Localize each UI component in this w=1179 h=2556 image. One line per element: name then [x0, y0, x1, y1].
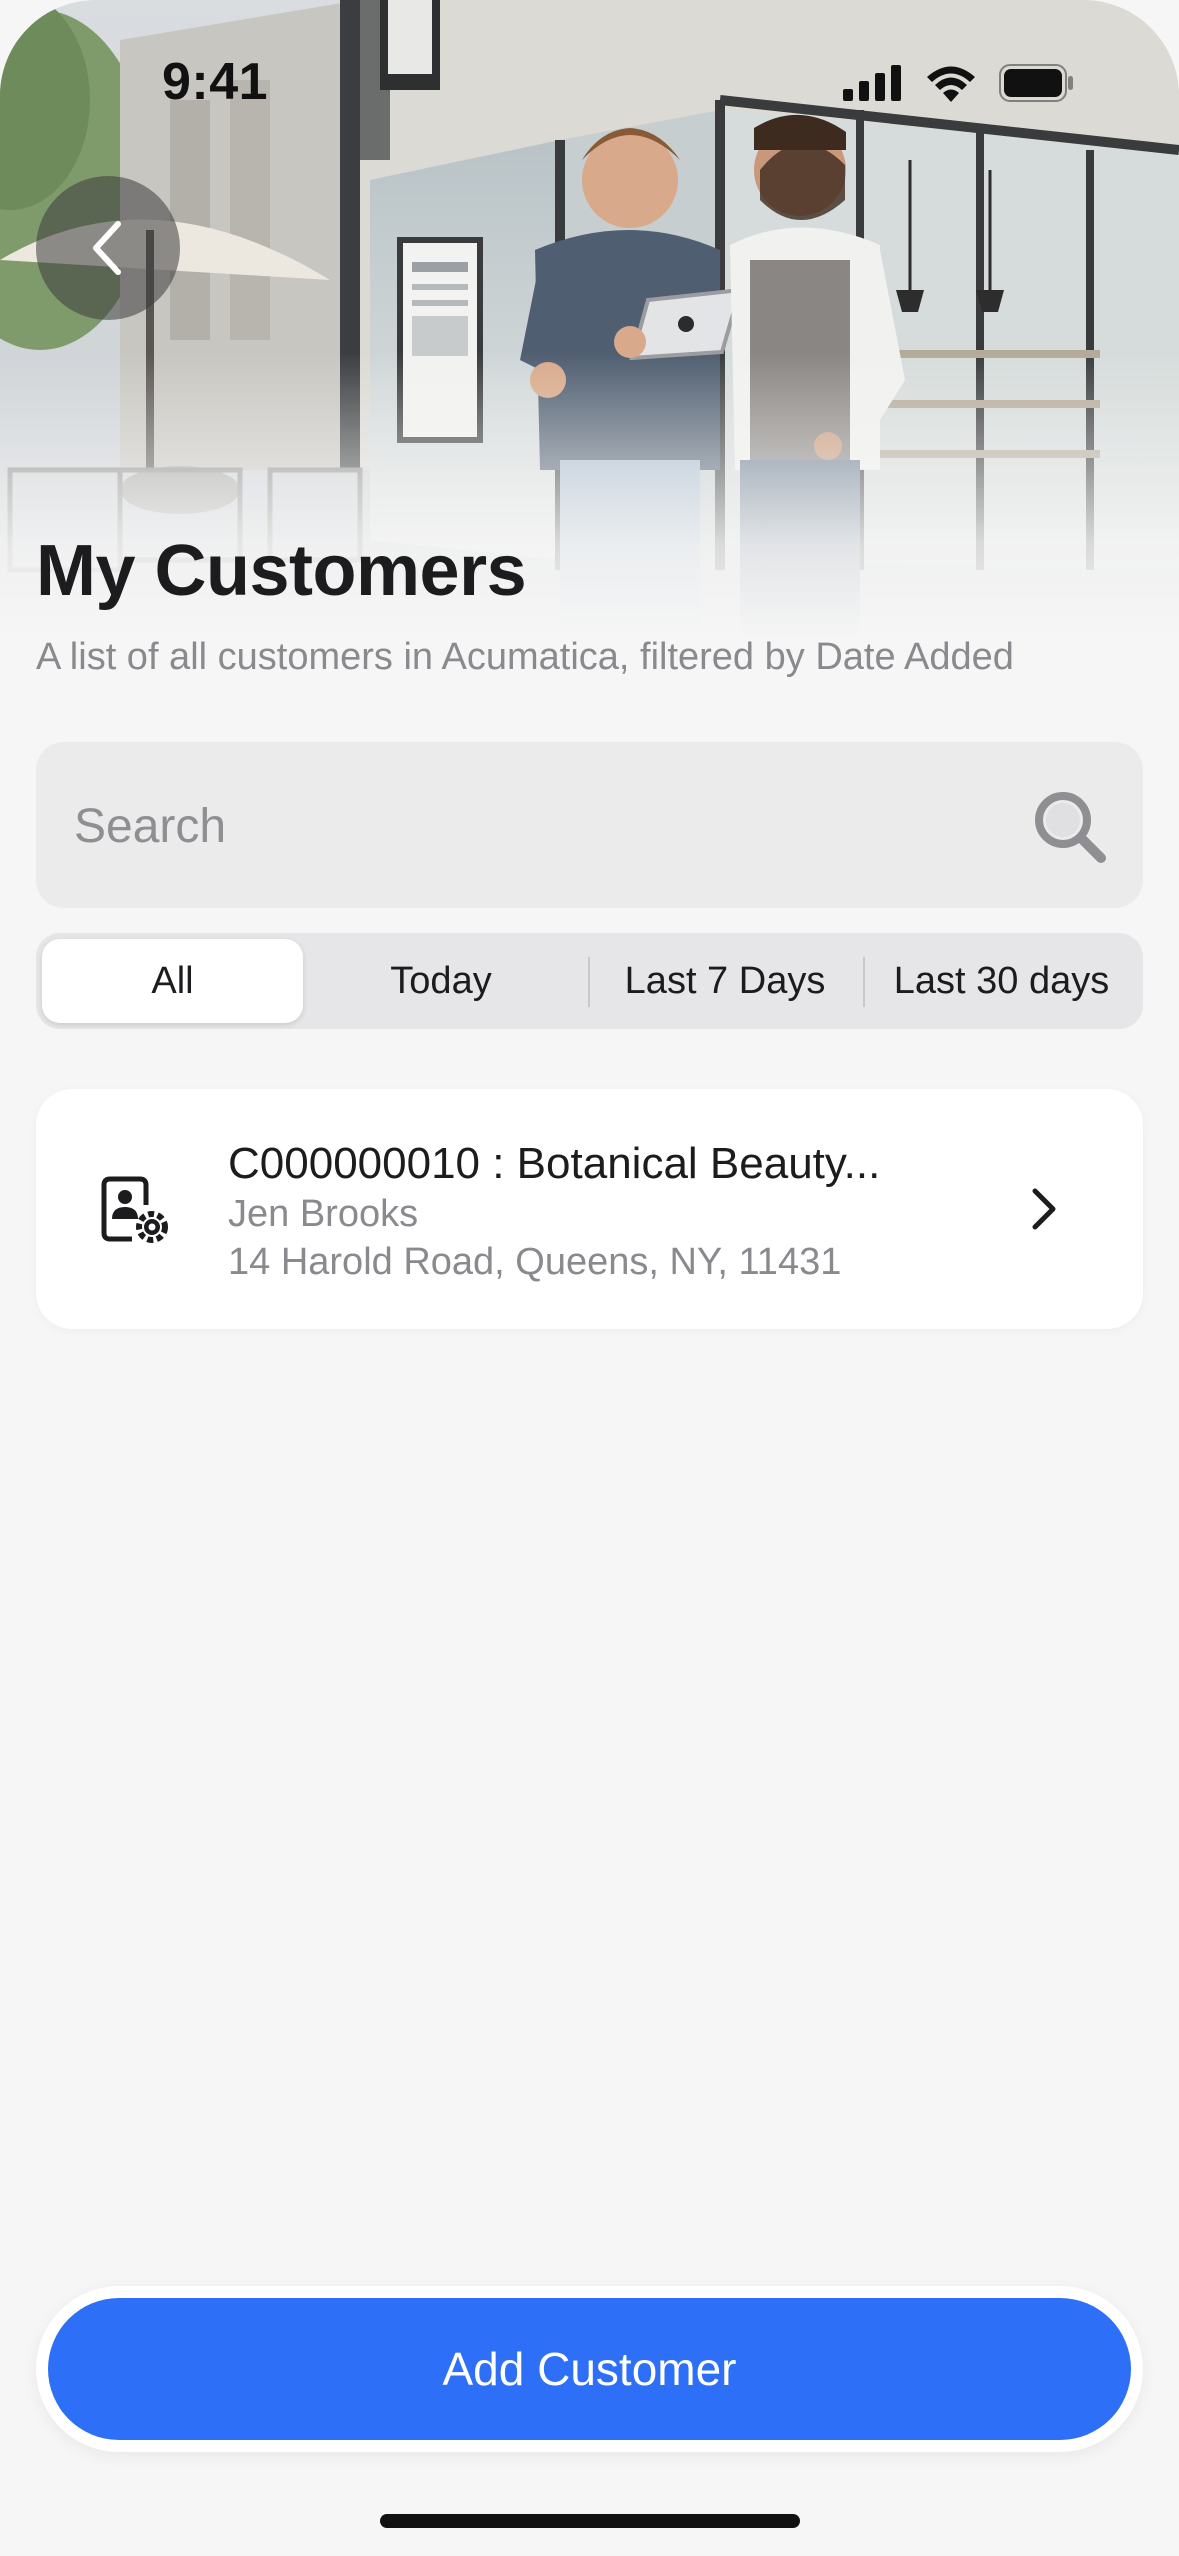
customer-address: 14 Harold Road, Queens, NY, 11431 — [228, 1241, 842, 1283]
customer-settings-icon — [101, 1176, 168, 1243]
tab-last-30-days[interactable]: Last 30 days — [866, 939, 1137, 1023]
date-filter-segmented-control: All Today Last 7 Days Last 30 days — [36, 933, 1143, 1029]
page-subtitle: A list of all customers in Acumatica, fi… — [36, 636, 1014, 678]
search-input[interactable] — [72, 742, 976, 910]
segment-divider — [863, 957, 865, 1007]
status-bar: 9:41 — [0, 0, 1179, 170]
home-indicator — [380, 2514, 800, 2528]
add-customer-button-container: Add Customer — [36, 2286, 1143, 2452]
search-bar[interactable] — [36, 742, 1143, 910]
tab-last-7-days[interactable]: Last 7 Days — [590, 939, 860, 1023]
tab-label: Today — [390, 959, 492, 1002]
back-button[interactable] — [36, 176, 180, 320]
chevron-left-icon — [93, 221, 121, 275]
tab-today[interactable]: Today — [306, 939, 576, 1023]
status-time: 9:41 — [162, 53, 269, 111]
cellular-signal-icon — [843, 65, 901, 101]
screen: 9:41 My Customers A list of all customer… — [0, 0, 1179, 2556]
customer-list-item[interactable]: C000000010 : Botanical Beauty... Jen Bro… — [36, 1089, 1143, 1329]
battery-icon — [999, 64, 1073, 102]
chevron-right-icon — [1032, 1188, 1056, 1230]
page-title: My Customers — [36, 531, 527, 611]
customer-contact: Jen Brooks — [228, 1193, 419, 1235]
tab-label: All — [151, 959, 194, 1002]
wifi-icon — [927, 66, 975, 102]
status-icons — [843, 64, 1075, 102]
add-customer-button[interactable]: Add Customer — [48, 2298, 1131, 2440]
tab-label: Last 7 Days — [624, 959, 826, 1002]
tab-all[interactable]: All — [42, 939, 303, 1023]
customer-title: C000000010 : Botanical Beauty... — [228, 1139, 881, 1188]
tab-label: Last 30 days — [893, 959, 1110, 1002]
search-icon[interactable] — [1029, 786, 1109, 866]
